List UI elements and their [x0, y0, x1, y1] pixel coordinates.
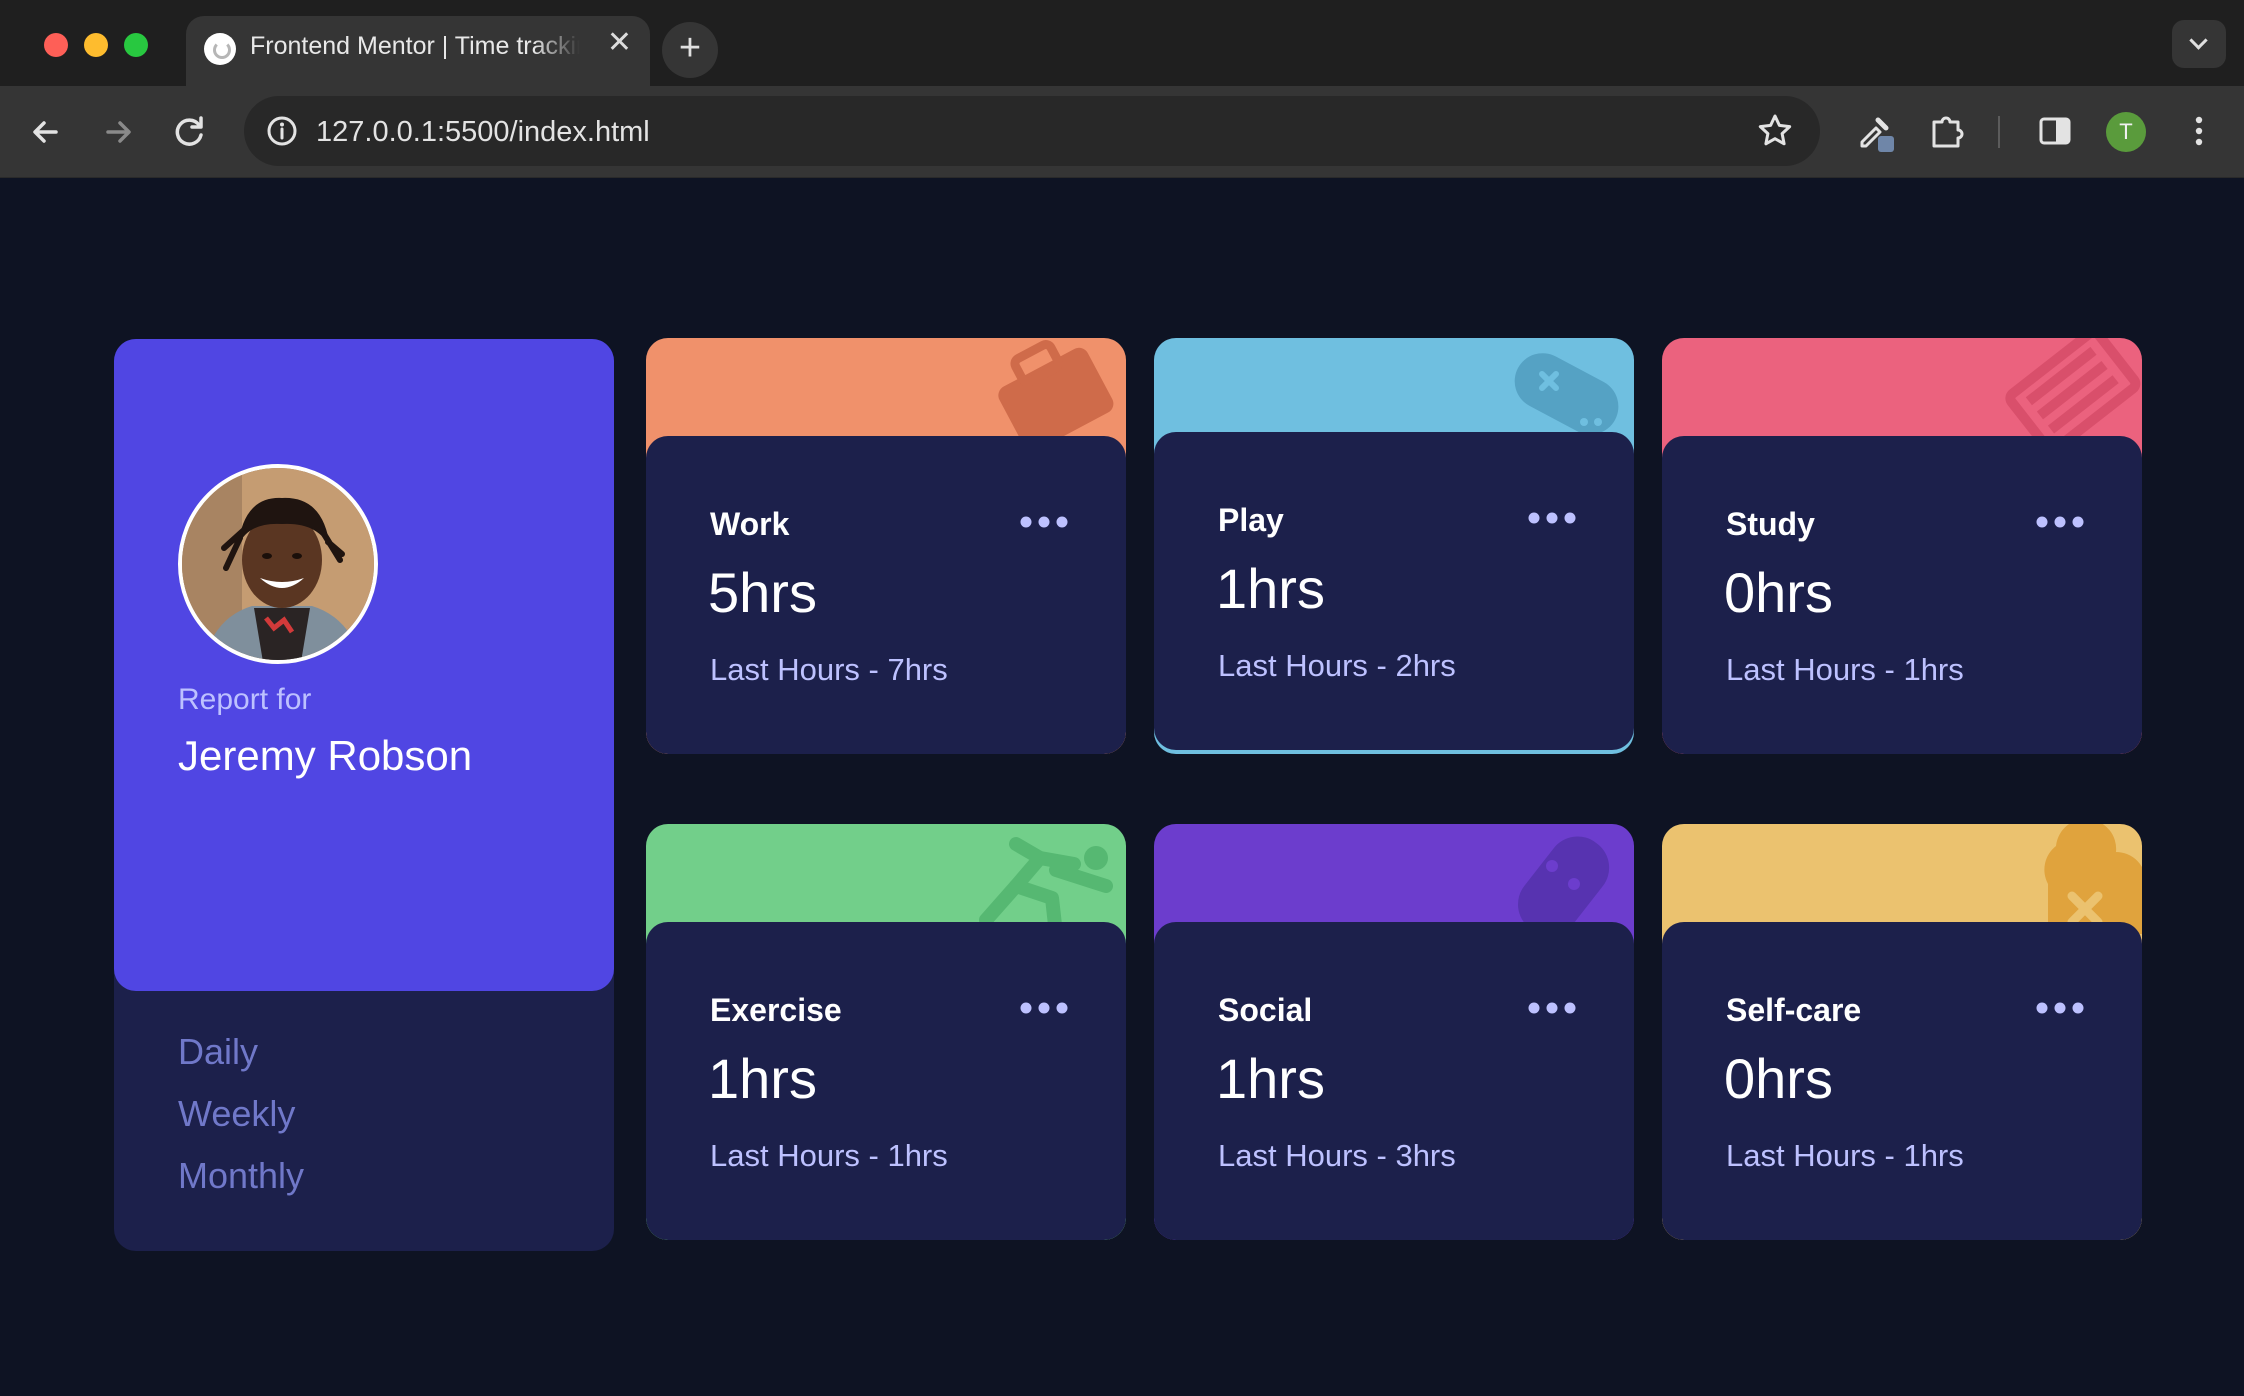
forward-icon[interactable] [94, 108, 142, 156]
ellipsis-icon[interactable] [1526, 508, 1578, 528]
period-weekly[interactable]: Weekly [178, 1083, 304, 1145]
profile-header: Report for Jeremy Robson [114, 339, 614, 991]
maximize-window-button[interactable] [124, 33, 148, 57]
card-hours: 0hrs [1724, 561, 1833, 624]
report-for-label: Report for [178, 683, 312, 716]
card-study: Study 0hrs Last Hours - 1hrs [1662, 338, 2142, 754]
new-tab-button[interactable]: + [662, 22, 718, 78]
reload-icon[interactable] [166, 108, 214, 156]
extensions-puzzle-icon[interactable] [1924, 108, 1970, 154]
minimize-window-button[interactable] [84, 33, 108, 57]
tab-search-button[interactable] [2172, 20, 2226, 68]
running-icon [979, 837, 1113, 934]
card-title: Play [1218, 502, 1284, 538]
card-previous-hours: Last Hours - 1hrs [1726, 1138, 1964, 1173]
card-self-care-body[interactable]: Self-care 0hrs Last Hours - 1hrs [1662, 922, 2142, 1240]
ellipsis-icon[interactable] [2034, 512, 2086, 532]
heart-icon [2044, 824, 2142, 934]
toolbar-divider [1998, 116, 2000, 148]
ellipsis-icon[interactable] [1526, 998, 1578, 1018]
period-monthly[interactable]: Monthly [178, 1145, 304, 1207]
user-avatar [178, 464, 378, 664]
card-hours: 1hrs [1216, 557, 1325, 620]
card-previous-hours: Last Hours - 1hrs [1726, 652, 1964, 687]
card-previous-hours: Last Hours - 1hrs [710, 1138, 948, 1173]
card-social: Social 1hrs Last Hours - 3hrs [1154, 824, 1634, 1240]
card-work-body[interactable]: Work 5hrs Last Hours - 7hrs [646, 436, 1126, 754]
side-panel-icon[interactable] [2032, 108, 2078, 154]
card-title: Exercise [710, 992, 842, 1028]
card-play-body[interactable]: Play 1hrs Last Hours - 2hrs [1154, 432, 1634, 750]
timeframe-selector: Daily Weekly Monthly [178, 1021, 304, 1207]
card-title: Self-care [1726, 992, 1862, 1028]
user-name: Jeremy Robson [178, 732, 473, 779]
ellipsis-icon[interactable] [2034, 998, 2086, 1018]
back-icon[interactable] [22, 108, 70, 156]
bookmark-star-icon[interactable] [1756, 112, 1794, 150]
browser-titlebar: Frontend Mentor | Time tracking dashboar… [0, 0, 2244, 86]
card-exercise-body[interactable]: Exercise 1hrs Last Hours - 1hrs [646, 922, 1126, 1240]
card-previous-hours: Last Hours - 2hrs [1218, 648, 1456, 683]
favicon-icon [204, 33, 236, 65]
card-title: Work [710, 506, 790, 542]
tab-close-icon[interactable]: ✕ [607, 28, 632, 58]
dashboard-page: Report for Jeremy Robson Daily Weekly Mo… [0, 178, 2244, 1396]
card-hours: 0hrs [1724, 1047, 1833, 1110]
social-icon [1517, 836, 1610, 934]
card-previous-hours: Last Hours - 3hrs [1218, 1138, 1456, 1173]
card-play: Play 1hrs Last Hours - 2hrs [1154, 338, 1634, 754]
card-hours: 1hrs [708, 1047, 817, 1110]
browser-tab[interactable]: Frontend Mentor | Time tracking dashboar… [186, 16, 650, 86]
card-previous-hours: Last Hours - 7hrs [710, 652, 948, 687]
ellipsis-icon[interactable] [1018, 998, 1070, 1018]
card-self-care: Self-care 0hrs Last Hours - 1hrs [1662, 824, 2142, 1240]
card-hours: 1hrs [1216, 1047, 1325, 1110]
card-exercise: Exercise 1hrs Last Hours - 1hrs [646, 824, 1126, 1240]
profile-card: Report for Jeremy Robson Daily Weekly Mo… [114, 339, 614, 1251]
card-hours: 5hrs [708, 561, 817, 624]
profile-avatar[interactable]: T [2106, 112, 2146, 152]
period-daily[interactable]: Daily [178, 1021, 304, 1083]
card-study-body[interactable]: Study 0hrs Last Hours - 1hrs [1662, 436, 2142, 754]
url-text: 127.0.0.1:5500/index.html [316, 116, 650, 148]
card-title: Social [1218, 992, 1313, 1028]
eyedropper-extension-icon[interactable] [1852, 108, 1898, 154]
browser-toolbar: 127.0.0.1:5500/index.html T [0, 86, 2244, 178]
card-social-body[interactable]: Social 1hrs Last Hours - 3hrs [1154, 922, 1634, 1240]
more-menu-icon[interactable] [2176, 108, 2222, 154]
site-info-icon[interactable] [264, 113, 300, 149]
card-work: Work 5hrs Last Hours - 7hrs [646, 338, 1126, 754]
card-title: Study [1726, 506, 1815, 542]
ellipsis-icon[interactable] [1018, 512, 1070, 532]
tab-title: Frontend Mentor | Time tracking dashboar… [250, 32, 580, 60]
book-icon [2005, 338, 2141, 448]
address-bar[interactable]: 127.0.0.1:5500/index.html [244, 96, 1820, 166]
close-window-button[interactable] [44, 33, 68, 57]
